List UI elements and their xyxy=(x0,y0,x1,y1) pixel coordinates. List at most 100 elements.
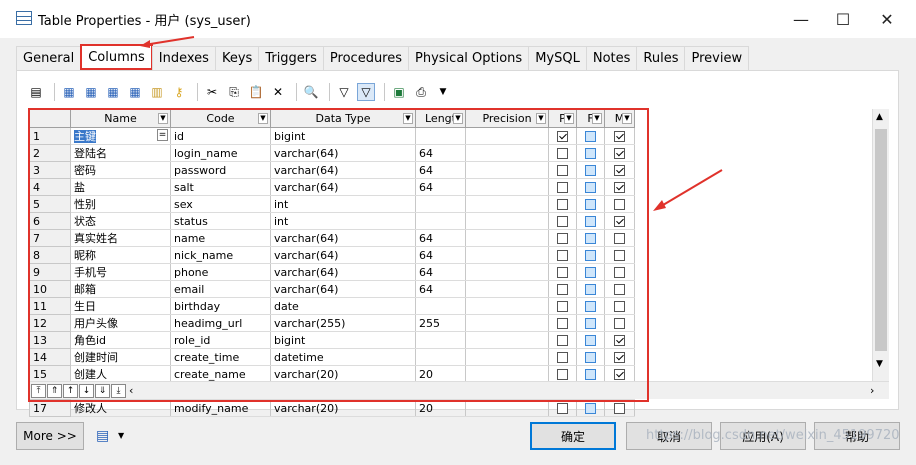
key-icon[interactable]: ⚷ xyxy=(170,83,188,101)
foreign-checkbox-cell[interactable] xyxy=(576,331,605,349)
primary-checkbox[interactable] xyxy=(557,216,568,227)
mandatory-checkbox[interactable] xyxy=(614,165,625,176)
data-type-cell[interactable]: varchar(64) xyxy=(270,178,416,196)
code-cell[interactable]: headimg_url xyxy=(170,314,271,332)
mandatory-checkbox-cell[interactable] xyxy=(604,127,635,145)
code-cell[interactable]: salt xyxy=(170,178,271,196)
row-number[interactable]: 2 xyxy=(29,144,71,162)
tab-mysql[interactable]: MySQL xyxy=(528,46,587,70)
minimize-button[interactable]: — xyxy=(778,0,824,38)
length-cell[interactable]: 64 xyxy=(415,144,466,162)
ellipsis-button[interactable]: = xyxy=(157,129,168,141)
excel-export-icon[interactable]: ▣ xyxy=(390,83,408,101)
tab-notes[interactable]: Notes xyxy=(585,46,638,70)
primary-checkbox-cell[interactable] xyxy=(548,127,577,145)
row-number[interactable]: 10 xyxy=(29,280,71,298)
filter-icon[interactable]: ▽ xyxy=(335,83,353,101)
length-cell[interactable] xyxy=(415,127,466,145)
row-number[interactable]: 17 xyxy=(29,399,71,417)
copy-icon[interactable]: ⎘ xyxy=(225,83,243,101)
properties-icon[interactable]: ▤ xyxy=(27,83,45,101)
foreign-checkbox-cell[interactable] xyxy=(576,280,605,298)
horizontal-scrollbar[interactable]: ⤒ ⇑ ↑ ↓ ⇓ ⤓ ‹ › xyxy=(29,381,889,399)
name-cell[interactable]: 密码 xyxy=(70,161,171,179)
column-header[interactable]: Lengt ▼ xyxy=(415,109,466,128)
name-cell[interactable]: 用户头像 xyxy=(70,314,171,332)
code-cell[interactable]: email xyxy=(170,280,271,298)
find-icon[interactable]: 🔍 xyxy=(302,83,320,101)
chevron-down-icon[interactable]: ▼ xyxy=(622,113,632,124)
chevron-down-icon[interactable]: ▼ xyxy=(403,113,413,124)
data-type-cell[interactable]: datetime xyxy=(270,348,416,366)
tab-general[interactable]: General xyxy=(16,46,82,70)
name-cell[interactable]: 性别 xyxy=(70,195,171,213)
name-cell[interactable]: 状态 xyxy=(70,212,171,230)
table-row[interactable]: 12 用户头像 headimg_url varchar(255) 255 xyxy=(29,314,873,332)
primary-checkbox[interactable] xyxy=(557,369,568,380)
filter-toggle-icon[interactable]: ▽ xyxy=(357,83,375,101)
code-cell[interactable]: create_time xyxy=(170,348,271,366)
mandatory-checkbox[interactable] xyxy=(614,318,625,329)
primary-checkbox-cell[interactable] xyxy=(548,297,577,315)
chevron-down-icon[interactable]: ▼ xyxy=(118,431,124,440)
name-cell[interactable]: 昵称 xyxy=(70,246,171,264)
move-top-icon[interactable]: ⤒ xyxy=(31,384,46,398)
chevron-down-icon[interactable]: ▼ xyxy=(564,113,574,124)
precision-cell[interactable] xyxy=(465,365,549,383)
data-type-cell[interactable]: date xyxy=(270,297,416,315)
code-cell[interactable]: modify_name xyxy=(170,399,271,417)
code-cell[interactable]: login_name xyxy=(170,144,271,162)
code-cell[interactable]: nick_name xyxy=(170,246,271,264)
row-number[interactable]: 1 xyxy=(29,127,71,145)
precision-cell[interactable] xyxy=(465,348,549,366)
primary-checkbox-cell[interactable] xyxy=(548,263,577,281)
create-domain-icon[interactable]: ▦ xyxy=(126,83,144,101)
mandatory-checkbox-cell[interactable] xyxy=(604,365,635,383)
data-type-cell[interactable]: int xyxy=(270,195,416,213)
mandatory-checkbox-cell[interactable] xyxy=(604,229,635,247)
cut-icon[interactable]: ✂ xyxy=(203,83,221,101)
primary-checkbox[interactable] xyxy=(557,301,568,312)
code-cell[interactable]: sex xyxy=(170,195,271,213)
data-type-cell[interactable]: varchar(64) xyxy=(270,263,416,281)
primary-checkbox-cell[interactable] xyxy=(548,161,577,179)
length-cell[interactable]: 20 xyxy=(415,399,466,417)
primary-checkbox[interactable] xyxy=(557,267,568,278)
primary-checkbox-cell[interactable] xyxy=(548,195,577,213)
table-row[interactable]: 14 创建时间 create_time datetime xyxy=(29,348,873,366)
table-row[interactable]: 2 登陆名 login_name varchar(64) 64 xyxy=(29,144,873,162)
precision-cell[interactable] xyxy=(465,178,549,196)
move-up-icon[interactable]: ↑ xyxy=(63,384,78,398)
length-cell[interactable] xyxy=(415,195,466,213)
data-type-cell[interactable]: varchar(64) xyxy=(270,246,416,264)
mandatory-checkbox-cell[interactable] xyxy=(604,297,635,315)
add-columns-icon[interactable]: ▦ xyxy=(104,83,122,101)
primary-checkbox-cell[interactable] xyxy=(548,178,577,196)
table-row[interactable]: 13 角色id role_id bigint xyxy=(29,331,873,349)
data-type-cell[interactable]: varchar(64) xyxy=(270,161,416,179)
code-cell[interactable]: phone xyxy=(170,263,271,281)
primary-checkbox[interactable] xyxy=(557,165,568,176)
precision-cell[interactable] xyxy=(465,280,549,298)
foreign-checkbox-cell[interactable] xyxy=(576,297,605,315)
foreign-checkbox-cell[interactable] xyxy=(576,399,605,417)
ok-button[interactable]: 确定 xyxy=(530,422,616,450)
scroll-left-icon[interactable]: ‹ xyxy=(129,384,133,397)
precision-cell[interactable] xyxy=(465,246,549,264)
precision-cell[interactable] xyxy=(465,161,549,179)
column-header[interactable]: Data Type ▼ xyxy=(270,109,416,128)
table-row[interactable]: 15 创建人 create_name varchar(20) 20 xyxy=(29,365,873,383)
mandatory-checkbox[interactable] xyxy=(614,131,625,142)
mandatory-checkbox[interactable] xyxy=(614,199,625,210)
foreign-checkbox-cell[interactable] xyxy=(576,348,605,366)
primary-checkbox-cell[interactable] xyxy=(548,331,577,349)
row-number[interactable]: 8 xyxy=(29,246,71,264)
paste-icon[interactable]: 📋 xyxy=(247,83,265,101)
mandatory-checkbox-cell[interactable] xyxy=(604,263,635,281)
table-row[interactable]: 3 密码 password varchar(64) 64 xyxy=(29,161,873,179)
foreign-checkbox-cell[interactable] xyxy=(576,144,605,162)
move-page-up-icon[interactable]: ⇑ xyxy=(47,384,62,398)
code-cell[interactable]: role_id xyxy=(170,331,271,349)
length-cell[interactable] xyxy=(415,212,466,230)
name-cell[interactable]: 盐 xyxy=(70,178,171,196)
